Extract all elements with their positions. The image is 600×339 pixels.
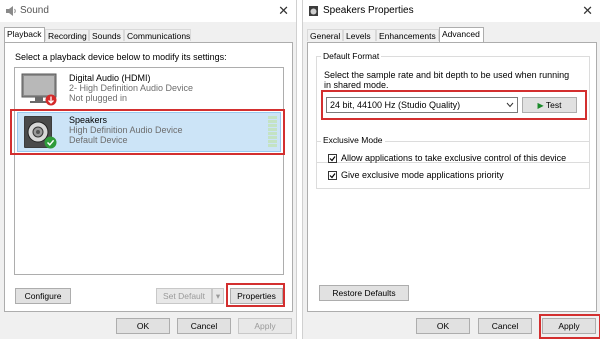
sound-close-icon[interactable]: ✕ — [278, 3, 289, 19]
device-item-speakers[interactable]: Speakers High Definition Audio Device De… — [17, 112, 281, 152]
exclusive-control-label[interactable]: Allow applications to take exclusive con… — [341, 153, 566, 163]
properties-ok-button[interactable]: OK — [416, 318, 470, 334]
tab-levels[interactable]: Levels — [343, 29, 376, 41]
device-status-speakers: Default Device — [69, 135, 128, 145]
chevron-down-icon — [506, 102, 514, 108]
exclusive-control-checkbox[interactable] — [328, 154, 337, 163]
tab-general[interactable]: General — [307, 29, 343, 41]
properties-button[interactable]: Properties — [230, 288, 283, 304]
properties-close-icon[interactable]: ✕ — [582, 3, 593, 19]
tab-communications[interactable]: Communications — [124, 29, 191, 41]
sample-rate-value: 24 bit, 44100 Hz (Studio Quality) — [330, 100, 461, 110]
device-status-hdmi: Not plugged in — [69, 93, 128, 103]
default-format-label: Default Format — [321, 51, 382, 61]
checkmark-icon — [329, 173, 336, 179]
sound-window: Sound ✕ Playback Recording Sounds Commun… — [0, 0, 297, 339]
properties-titlebar[interactable]: Speakers Properties ✕ — [303, 0, 600, 22]
sound-apply-button[interactable]: Apply — [238, 318, 292, 334]
play-icon: ▶ — [537, 101, 544, 110]
sound-ok-button[interactable]: OK — [116, 318, 170, 334]
advanced-panel: Default Format Select the sample rate an… — [307, 42, 597, 312]
restore-defaults-button[interactable]: Restore Defaults — [319, 285, 409, 301]
test-label: Test — [545, 100, 562, 110]
device-name-speakers: Speakers — [69, 115, 108, 125]
exclusive-priority-label[interactable]: Give exclusive mode applications priorit… — [341, 170, 504, 180]
device-driver-hdmi: 2- High Definition Audio Device — [69, 83, 194, 93]
checkmark-icon — [329, 156, 336, 162]
default-check-icon — [44, 136, 57, 149]
speakers-properties-window: Speakers Properties ✕ General Levels Enh… — [302, 0, 600, 339]
exclusive-priority-checkbox[interactable] — [328, 171, 337, 180]
device-name-hdmi: Digital Audio (HDMI) — [69, 73, 151, 83]
set-default-button[interactable]: Set Default — [156, 288, 212, 304]
tab-recording[interactable]: Recording — [45, 29, 89, 41]
device-item-hdmi[interactable]: Digital Audio (HDMI) 2- High Definition … — [17, 70, 281, 110]
tab-advanced[interactable]: Advanced — [439, 27, 484, 42]
properties-window-title: Speakers Properties — [323, 5, 414, 16]
tab-playback[interactable]: Playback — [4, 27, 45, 42]
speaker-app-icon — [309, 6, 318, 16]
device-driver-speakers: High Definition Audio Device — [69, 125, 183, 135]
tab-sounds[interactable]: Sounds — [89, 29, 124, 41]
set-default-dropdown-icon[interactable]: ▾ — [212, 288, 224, 304]
playback-panel: Select a playback device below to modify… — [4, 42, 293, 312]
unplugged-arrow-icon — [45, 94, 57, 106]
level-meter — [268, 116, 277, 148]
device-list: Digital Audio (HDMI) 2- High Definition … — [14, 67, 284, 275]
properties-apply-button[interactable]: Apply — [542, 318, 596, 334]
sound-titlebar[interactable]: Sound ✕ — [0, 0, 296, 22]
sound-app-icon — [6, 6, 16, 16]
exclusive-mode-group — [316, 141, 590, 189]
test-button[interactable]: ▶ Test — [522, 97, 577, 113]
sample-rate-dropdown[interactable]: 24 bit, 44100 Hz (Studio Quality) — [326, 97, 518, 113]
sound-cancel-button[interactable]: Cancel — [177, 318, 231, 334]
default-format-description: Select the sample rate and bit depth to … — [324, 70, 570, 90]
configure-button[interactable]: Configure — [15, 288, 71, 304]
properties-cancel-button[interactable]: Cancel — [478, 318, 532, 334]
playback-instruction: Select a playback device below to modify… — [15, 52, 227, 62]
exclusive-mode-label: Exclusive Mode — [321, 135, 385, 145]
tab-enhancements[interactable]: Enhancements — [376, 29, 439, 41]
sound-window-title: Sound — [20, 5, 49, 16]
